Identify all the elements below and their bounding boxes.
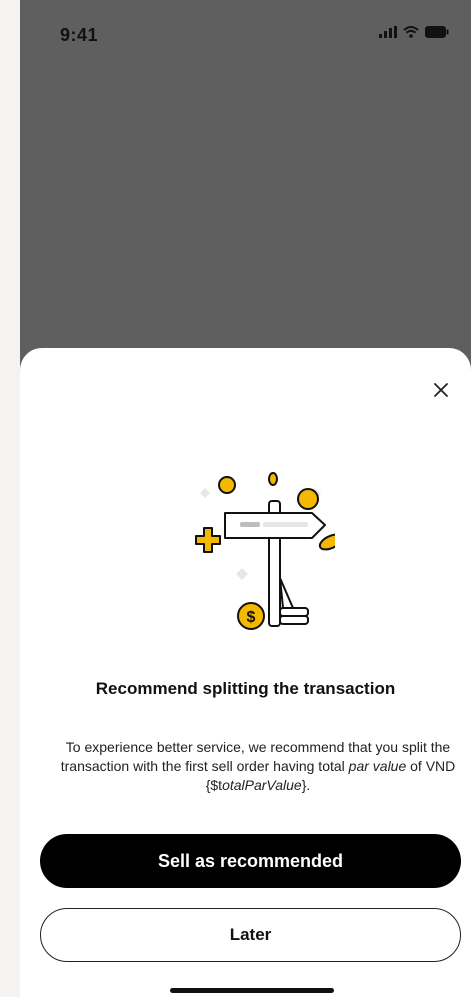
bottom-sheet-modal: $ Recommend splitting the transaction To… [20,348,471,997]
description-variable: otalParValue [222,777,302,793]
status-bar: 9:41 [20,0,471,70]
close-icon[interactable] [429,378,453,402]
wifi-icon [403,26,419,38]
sell-as-recommended-button[interactable]: Sell as recommended [40,834,461,888]
modal-description: To experience better service, we recomme… [58,738,458,795]
status-time: 9:41 [60,25,99,45]
modal-title: Recommend splitting the transaction [95,679,396,698]
later-button[interactable]: Later [40,908,461,962]
battery-icon [425,26,449,38]
status-icons [379,26,449,38]
svg-text:$: $ [247,609,256,626]
phone-screen: 9:41 $ Recommend splitting the transacti… [20,0,471,997]
home-indicator [170,988,334,993]
signpost-illustration: $ [195,472,335,630]
description-text-3: }. [301,777,311,793]
description-emphasis: par value [348,758,407,774]
signal-icon [379,26,397,38]
